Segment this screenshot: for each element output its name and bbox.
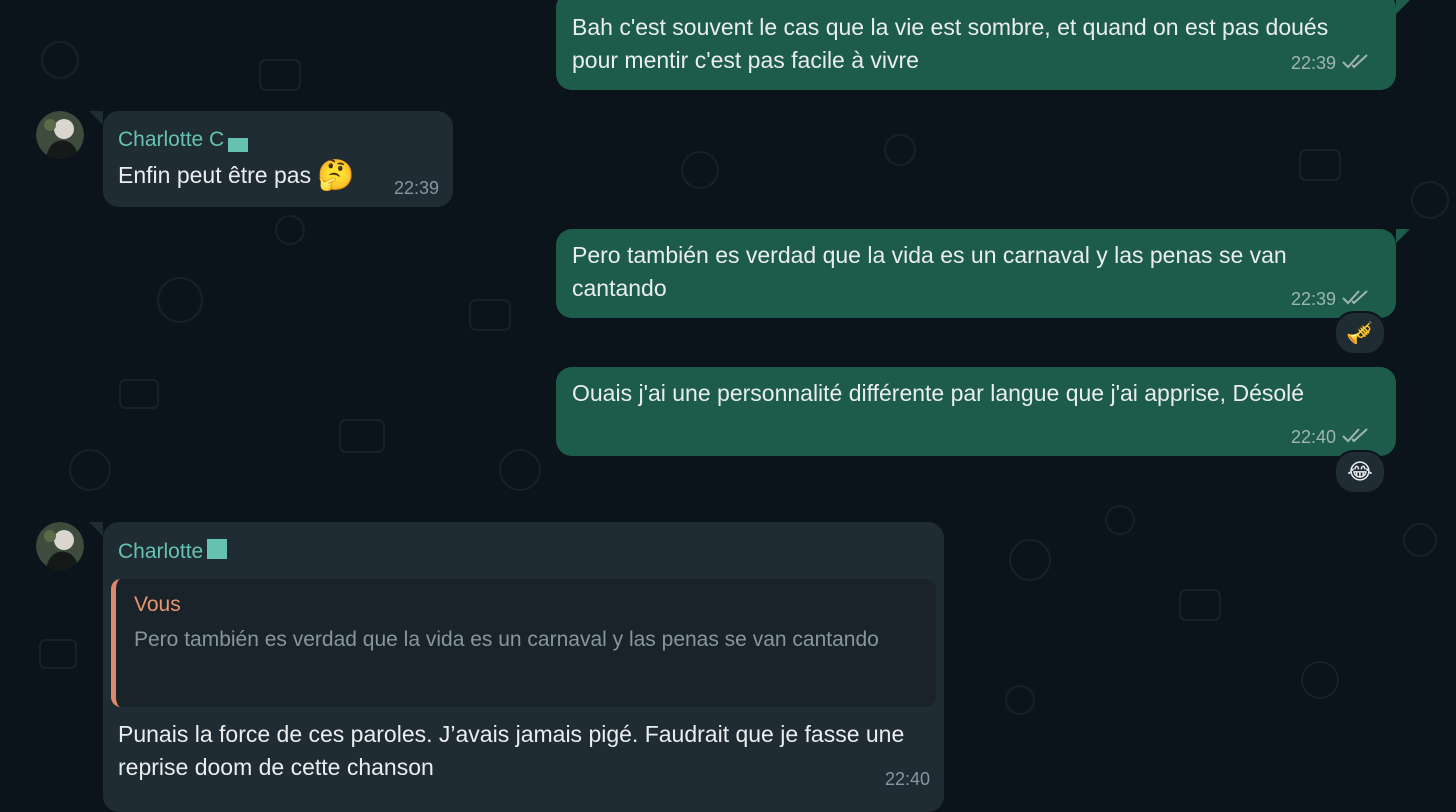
sender-name-text: Charlotte xyxy=(118,540,204,563)
message-text-content: Enfin peut être pas xyxy=(118,162,312,188)
bubble-tail xyxy=(89,111,103,125)
avatar[interactable] xyxy=(36,522,84,570)
quote-author: Vous xyxy=(134,593,181,616)
reaction-badge[interactable]: 🎺 xyxy=(1334,311,1386,355)
message-text: Bah c'est souvent le cas que la vie est … xyxy=(572,14,1329,73)
message-time: 22:40 xyxy=(1290,427,1336,447)
trumpet-emoji: 🎺 xyxy=(1346,320,1374,345)
outgoing-message[interactable]: Bah c'est souvent le cas que la vie est … xyxy=(556,0,1396,90)
message-text: Pero también es verdad que la vida es un… xyxy=(572,242,1287,301)
incoming-message[interactable]: Charlotte Vous Pero también es verdad qu… xyxy=(103,522,944,812)
message-time: 22:39 xyxy=(1290,289,1336,309)
sender-name[interactable]: Charlotte xyxy=(118,539,228,564)
message-time: 22:40 xyxy=(884,769,930,789)
quoted-message[interactable]: Vous Pero también es verdad que la vida … xyxy=(111,579,936,707)
quote-text: Pero también es verdad que la vida es un… xyxy=(134,628,879,651)
name-marker xyxy=(207,539,228,559)
sender-name-text: Charlotte C xyxy=(118,128,225,151)
message-text: Punais la force de ces paroles. J’avais … xyxy=(118,721,905,780)
message-time: 22:39 xyxy=(1290,53,1336,73)
message-time: 22:39 xyxy=(393,178,439,198)
double-check-icon xyxy=(1342,289,1370,310)
message-text: Enfin peut être pas 🤔 xyxy=(118,159,354,192)
outgoing-message[interactable]: Ouais j'ai une personnalité différente p… xyxy=(556,367,1396,456)
bubble-tail xyxy=(1396,229,1410,243)
bubble-tail xyxy=(1396,0,1410,14)
double-check-icon xyxy=(1342,53,1370,74)
thinking-face-emoji: 🤔 xyxy=(317,159,355,192)
name-marker xyxy=(228,138,249,152)
avatar[interactable] xyxy=(36,111,84,159)
sender-name[interactable]: Charlotte C xyxy=(118,128,249,152)
laughing-emoji: 😂 xyxy=(1347,459,1373,484)
message-meta: 22:39 xyxy=(1291,53,1370,74)
reaction-badge[interactable]: 😂 xyxy=(1334,450,1386,494)
message-meta: 22:39 xyxy=(1291,289,1370,310)
outgoing-message[interactable]: Pero también es verdad que la vida es un… xyxy=(556,229,1396,318)
message-text: Ouais j'ai une personnalité différente p… xyxy=(572,380,1305,406)
double-check-icon xyxy=(1342,427,1370,448)
incoming-message[interactable]: Charlotte C Enfin peut être pas 🤔 22:39 xyxy=(103,111,453,207)
bubble-tail xyxy=(89,522,103,536)
message-meta: 22:40 xyxy=(1291,427,1370,448)
